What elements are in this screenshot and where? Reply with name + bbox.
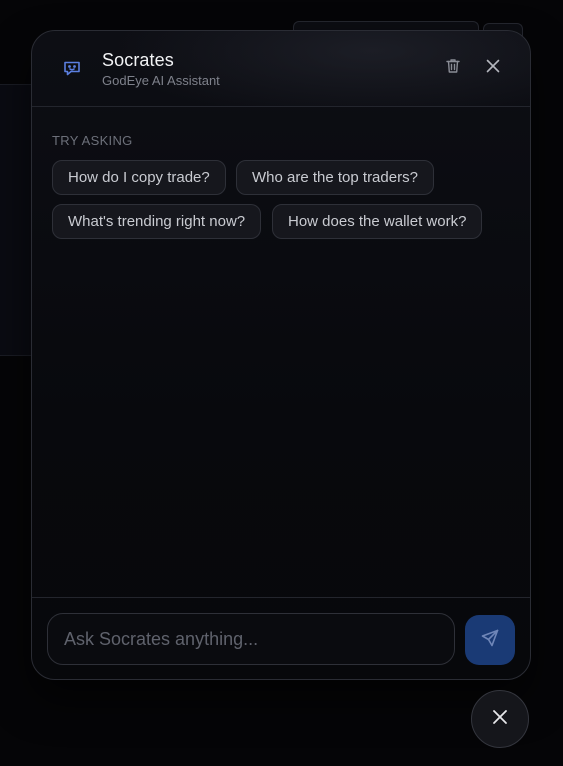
suggestion-chip[interactable]: How do I copy trade?	[52, 160, 226, 195]
assistant-name: Socrates	[102, 50, 174, 70]
send-icon	[480, 628, 500, 653]
chat-panel: Socrates GodEye AI Assistant TRY ASKING …	[31, 30, 531, 680]
close-icon	[485, 58, 501, 79]
suggestion-chip[interactable]: What's trending right now?	[52, 204, 262, 239]
message-composer	[32, 597, 530, 679]
bot-icon	[62, 58, 82, 78]
assistant-toggle-button[interactable]	[471, 690, 529, 748]
page-backdrop: Socrates GodEye AI Assistant TRY ASKING …	[0, 0, 563, 766]
clear-chat-button[interactable]	[441, 56, 465, 80]
send-button[interactable]	[465, 615, 515, 665]
chat-header: Socrates GodEye AI Assistant	[32, 31, 530, 107]
suggestion-chip[interactable]: Who are the top traders?	[236, 160, 434, 195]
close-panel-button[interactable]	[481, 56, 505, 80]
assistant-subtitle: GodEye AI Assistant	[102, 73, 220, 88]
suggestion-chip[interactable]: How does the wallet work?	[272, 204, 483, 239]
trash-icon	[444, 57, 462, 80]
suggestions-label: TRY ASKING	[52, 133, 133, 148]
close-icon	[491, 708, 509, 731]
message-input[interactable]	[47, 613, 455, 665]
